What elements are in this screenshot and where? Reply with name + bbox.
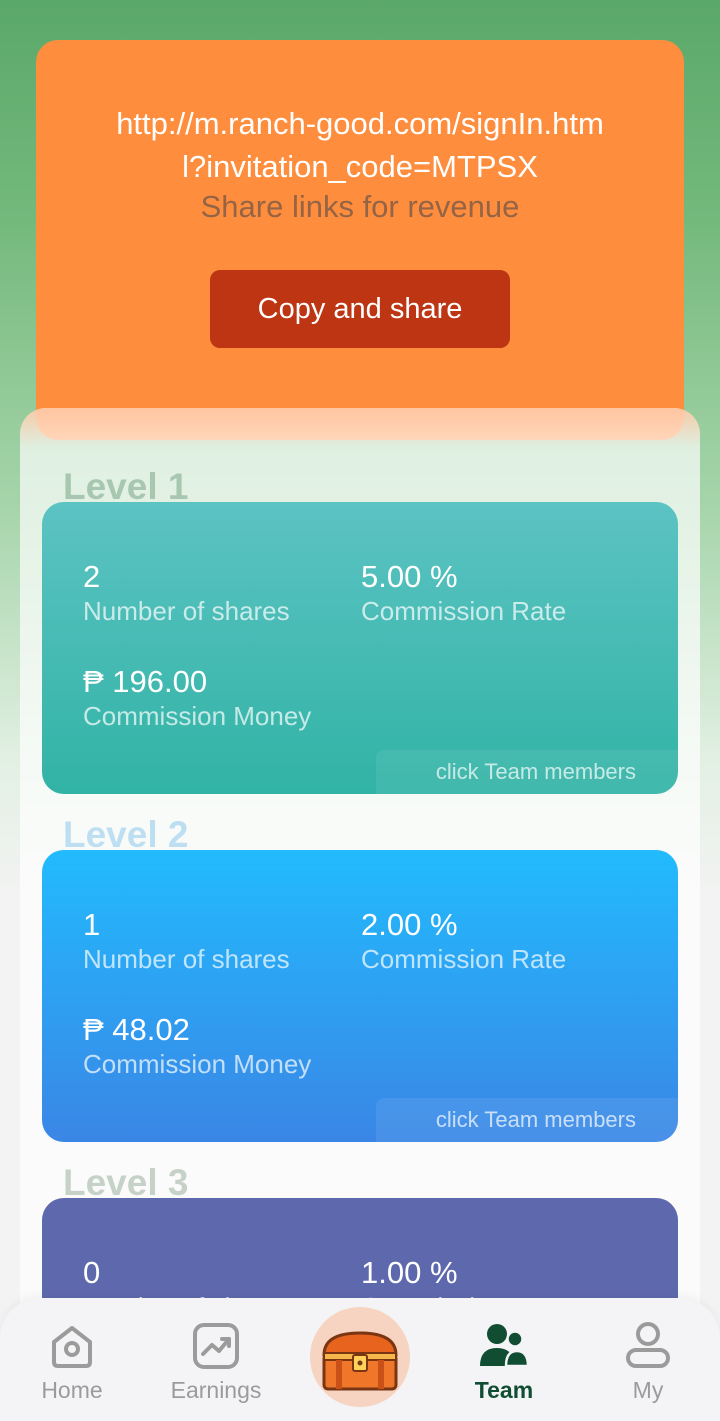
rate-label: Commission Rate — [361, 944, 567, 974]
nav-earnings-label: Earnings — [170, 1377, 262, 1403]
level-2-rate: 2.00 % Commission Rate — [361, 907, 566, 975]
earnings-icon — [193, 1323, 239, 1369]
levels-panel: Level 1 2 Number of shares 5.00 % Commis… — [20, 408, 700, 1421]
shares-value: 1 — [83, 907, 101, 942]
level-1-team-members-link[interactable]: click Team members — [376, 750, 678, 794]
invite-link[interactable]: http://m.ranch-good.com/signIn.html?invi… — [106, 102, 614, 188]
bottom-nav: Home Earnings Team My — [0, 1298, 720, 1421]
level-2-card[interactable]: 1 Number of shares 2.00 % Commission Rat… — [42, 850, 678, 1142]
rate-value: 5.00 % — [361, 559, 458, 594]
shares-value: 2 — [83, 559, 101, 594]
nav-home-label: Home — [41, 1377, 103, 1403]
money-value: ₱ 196.00 — [83, 664, 208, 699]
treasure-chest-icon — [322, 1331, 398, 1391]
level-1-shares: 2 Number of shares — [83, 559, 290, 627]
rate-value: 2.00 % — [361, 907, 458, 942]
invite-subtitle: Share links for revenue — [200, 189, 520, 224]
level-2-money: ₱ 48.02 Commission Money — [83, 1012, 311, 1080]
shares-value: 0 — [83, 1255, 101, 1290]
level-1-card[interactable]: 2 Number of shares 5.00 % Commission Rat… — [42, 502, 678, 794]
money-label: Commission Money — [83, 701, 312, 731]
level-2-team-members-link[interactable]: click Team members — [376, 1098, 678, 1142]
nav-my-label: My — [632, 1377, 664, 1403]
nav-team[interactable]: Team — [454, 1298, 554, 1421]
level-1-money: ₱ 196.00 Commission Money — [83, 664, 311, 732]
nav-my[interactable]: My — [598, 1298, 698, 1421]
team-icon — [480, 1324, 530, 1368]
rate-label: Commission Rate — [361, 596, 567, 626]
nav-home[interactable]: Home — [22, 1298, 122, 1421]
nav-treasure[interactable] — [310, 1307, 410, 1407]
level-1-rate: 5.00 % Commission Rate — [361, 559, 566, 627]
shares-label: Number of shares — [83, 596, 290, 626]
shares-label: Number of shares — [83, 944, 290, 974]
profile-icon — [626, 1322, 670, 1368]
invite-card: http://m.ranch-good.com/signIn.html?invi… — [36, 40, 684, 440]
money-label: Commission Money — [83, 1049, 312, 1079]
copy-and-share-button[interactable]: Copy and share — [210, 270, 510, 348]
rate-value: 1.00 % — [361, 1255, 458, 1290]
home-icon — [52, 1326, 92, 1368]
money-value: ₱ 48.02 — [83, 1012, 190, 1047]
nav-team-label: Team — [474, 1377, 534, 1403]
level-2-shares: 1 Number of shares — [83, 907, 290, 975]
nav-earnings[interactable]: Earnings — [162, 1298, 270, 1421]
